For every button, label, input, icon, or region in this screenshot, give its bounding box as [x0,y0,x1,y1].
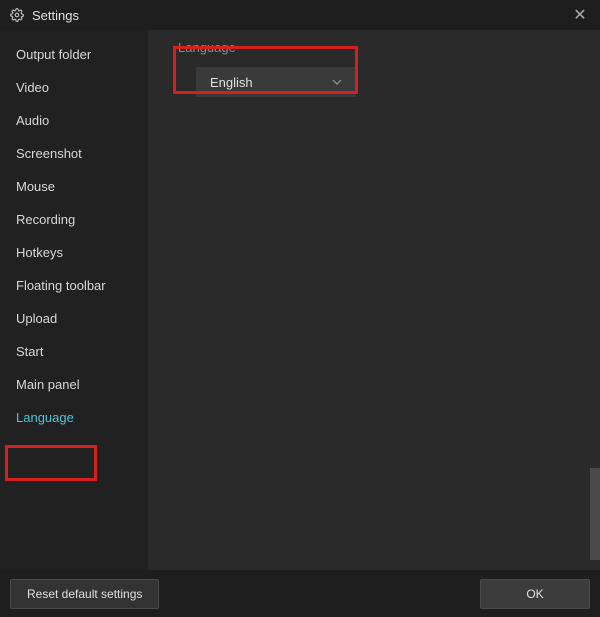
sidebar-item-video[interactable]: Video [0,71,148,104]
sidebar-item-language[interactable]: Language [0,401,148,434]
titlebar-left: Settings [10,8,79,23]
sidebar-item-main-panel[interactable]: Main panel [0,368,148,401]
sidebar-item-audio[interactable]: Audio [0,104,148,137]
sidebar-item-recording[interactable]: Recording [0,203,148,236]
sidebar-item-label: Mouse [16,179,55,194]
language-dropdown[interactable]: English [196,67,356,97]
sidebar-item-mouse[interactable]: Mouse [0,170,148,203]
sidebar-item-label: Upload [16,311,57,326]
dropdown-wrap: English [196,67,580,97]
close-button[interactable]: ✕ [570,5,590,25]
button-label: OK [526,587,543,601]
sidebar-item-upload[interactable]: Upload [0,302,148,335]
close-icon: ✕ [573,5,586,25]
gear-icon [10,8,24,22]
window-title: Settings [32,8,79,23]
sidebar-item-label: Screenshot [16,146,82,161]
sidebar-item-label: Audio [16,113,49,128]
chevron-down-icon [332,75,342,90]
body-area: Output folder Video Audio Screenshot Mou… [0,30,600,570]
sidebar-item-screenshot[interactable]: Screenshot [0,137,148,170]
sidebar-item-start[interactable]: Start [0,335,148,368]
scrollbar[interactable] [590,468,600,560]
section-label-language: Language [178,40,580,55]
sidebar: Output folder Video Audio Screenshot Mou… [0,30,148,570]
sidebar-item-label: Output folder [16,47,91,62]
sidebar-item-label: Floating toolbar [16,278,106,293]
sidebar-item-floating-toolbar[interactable]: Floating toolbar [0,269,148,302]
button-label: Reset default settings [27,587,142,601]
sidebar-item-label: Hotkeys [16,245,63,260]
footer: Reset default settings OK [0,570,600,617]
sidebar-item-label: Start [16,344,43,359]
sidebar-item-output-folder[interactable]: Output folder [0,38,148,71]
sidebar-item-label: Language [16,410,74,425]
sidebar-item-label: Video [16,80,49,95]
main-panel: Language English [148,30,600,570]
sidebar-item-label: Recording [16,212,75,227]
dropdown-value: English [210,75,253,90]
titlebar: Settings ✕ [0,0,600,30]
ok-button[interactable]: OK [480,579,590,609]
sidebar-item-label: Main panel [16,377,80,392]
sidebar-item-hotkeys[interactable]: Hotkeys [0,236,148,269]
reset-default-settings-button[interactable]: Reset default settings [10,579,159,609]
